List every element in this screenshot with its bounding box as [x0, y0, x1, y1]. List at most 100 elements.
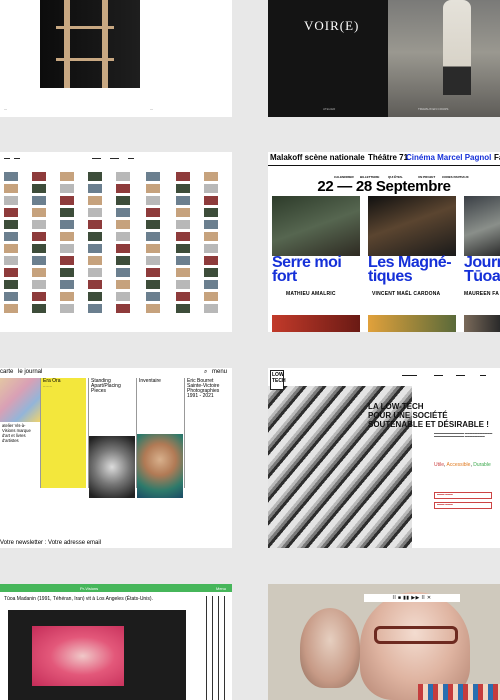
thumbnail-image[interactable] [176, 304, 190, 313]
thumbnail-image[interactable] [32, 268, 46, 277]
thumbnail-image[interactable] [204, 208, 218, 217]
thumbnail-image[interactable] [88, 268, 102, 277]
thumbnail-image[interactable] [60, 256, 74, 265]
thumbnail-image[interactable] [204, 184, 218, 193]
journal-card[interactable]: Inventaire [136, 378, 183, 498]
nav-link[interactable]: ▬▬▬ [92, 156, 101, 160]
film-still[interactable] [464, 196, 500, 256]
thumbnail-image[interactable] [32, 256, 46, 265]
film-title[interactable]: Journ Tūoa [464, 255, 500, 285]
thumbnail-image[interactable] [32, 292, 46, 301]
thumbnail-image[interactable] [176, 256, 190, 265]
thumbnail-image[interactable] [4, 172, 18, 181]
thumbnail-image[interactable] [60, 196, 74, 205]
thumbnail-image[interactable] [146, 268, 160, 277]
brand-theatre[interactable]: Théâtre 71 [368, 153, 408, 162]
thumbnail-image[interactable] [146, 280, 160, 289]
brand-cinema[interactable]: Cinéma Marcel Pagnol [406, 153, 491, 162]
brand-malakoff[interactable]: Malakoff scène nationale [270, 153, 365, 162]
thumbnail-image[interactable] [116, 256, 130, 265]
thumbnail-image[interactable] [116, 220, 130, 229]
thumbnail-image[interactable] [116, 184, 130, 193]
film-still[interactable] [368, 196, 456, 256]
thumbnail-image[interactable] [32, 208, 46, 217]
thumbnail-image[interactable] [116, 280, 130, 289]
thumbnail-image[interactable] [204, 220, 218, 229]
thumbnail-image[interactable] [60, 208, 74, 217]
film-title[interactable]: Les Magné- tiques [368, 255, 452, 285]
film-still[interactable] [368, 315, 456, 332]
nav-link[interactable]: ▬▬▬ [110, 156, 119, 160]
nav-menu[interactable]: menu [212, 369, 227, 375]
thumbnail-image[interactable] [176, 172, 190, 181]
journal-card[interactable]: Era Ora — — — [40, 378, 86, 488]
thumbnail-image[interactable] [176, 292, 190, 301]
thumbnail-image[interactable] [116, 292, 130, 301]
thumbnail-image[interactable] [4, 232, 18, 241]
nav-link[interactable]: ▬▬ [480, 373, 486, 377]
thumbnail-image[interactable] [88, 244, 102, 253]
thumbnail-image[interactable] [32, 232, 46, 241]
thumbnail-image[interactable] [146, 184, 160, 193]
thumbnail-image[interactable] [60, 172, 74, 181]
lowtech-button[interactable]: ▬▬▬ ▬▬▬ [434, 492, 492, 499]
thumbnail-image[interactable] [60, 268, 74, 277]
tile-archive-site[interactable]: ▬▬ ▬▬ ▬▬▬ ▬▬▬ ▬▬ [0, 152, 232, 332]
nav-link[interactable]: ▬▬▬ [456, 373, 465, 377]
journal-card[interactable]: Standing Apart/Placing Pieces [88, 378, 135, 498]
thumbnail-image[interactable] [4, 256, 18, 265]
thumbnail-image[interactable] [60, 292, 74, 301]
thumbnail-image[interactable] [176, 244, 190, 253]
tile-portrait-site[interactable]: II ■ ▮▮ ▶▶ II ✕ [268, 584, 500, 700]
thumbnail-image[interactable] [204, 280, 218, 289]
thumbnail-image[interactable] [116, 232, 130, 241]
film-still[interactable] [464, 315, 500, 332]
film-still[interactable] [272, 196, 360, 256]
thumbnail-image[interactable] [146, 172, 160, 181]
thumbnail-image[interactable] [146, 232, 160, 241]
thumbnail-image[interactable] [60, 280, 74, 289]
nav-carte[interactable]: carte [0, 369, 13, 375]
nav-link[interactable]: ▬▬ [128, 156, 134, 160]
thumbnail-image[interactable] [60, 220, 74, 229]
thumbnail-image[interactable] [146, 244, 160, 253]
thumbnail-image[interactable] [32, 220, 46, 229]
lowtech-button[interactable]: ▬▬▬ ▬▬▬ [434, 502, 492, 509]
voire-logo[interactable]: VOIR(E) [304, 18, 359, 34]
thumbnail-image[interactable] [116, 172, 130, 181]
search-icon[interactable]: ⌕ [204, 369, 207, 376]
thumbnail-image[interactable] [146, 208, 160, 217]
thumbnail-image[interactable] [176, 232, 190, 241]
thumbnail-image[interactable] [88, 172, 102, 181]
thumbnail-image[interactable] [146, 256, 160, 265]
nav-link[interactable]: ▬▬▬ [434, 373, 443, 377]
thumbnail-image[interactable] [60, 232, 74, 241]
tile-shelf-site[interactable]: — — [0, 0, 232, 117]
site-title[interactable]: Pr-Visions [80, 586, 98, 591]
thumbnail-image[interactable] [60, 244, 74, 253]
thumbnail-image[interactable] [88, 256, 102, 265]
thumbnail-image[interactable] [60, 184, 74, 193]
thumbnail-image[interactable] [4, 208, 18, 217]
thumbnail-image[interactable] [32, 172, 46, 181]
thumbnail-image[interactable] [204, 256, 218, 265]
thumbnail-image[interactable] [204, 172, 218, 181]
thumbnail-image[interactable] [204, 292, 218, 301]
thumbnail-image[interactable] [116, 304, 130, 313]
thumbnail-image[interactable] [88, 196, 102, 205]
voire-footer-label[interactable]: ATELIER [323, 107, 335, 111]
thumbnail-image[interactable] [4, 268, 18, 277]
tile-journal-site[interactable]: carte le journal ⌕ menu atelier Vis-à-Vi… [0, 368, 232, 548]
thumbnail-image[interactable] [176, 280, 190, 289]
thumbnail-image[interactable] [88, 280, 102, 289]
thumbnail-image[interactable] [4, 220, 18, 229]
thumbnail-image[interactable] [32, 196, 46, 205]
thumbnail-image[interactable] [146, 304, 160, 313]
thumbnail-image[interactable] [176, 196, 190, 205]
thumbnail-image[interactable] [32, 304, 46, 313]
media-player-controls[interactable]: II ■ ▮▮ ▶▶ II ✕ [364, 594, 460, 602]
thumbnail-image[interactable] [204, 304, 218, 313]
thumbnail-image[interactable] [204, 268, 218, 277]
nav-link[interactable]: ▬▬▬▬▬ [402, 373, 417, 377]
thumbnail-image[interactable] [4, 280, 18, 289]
